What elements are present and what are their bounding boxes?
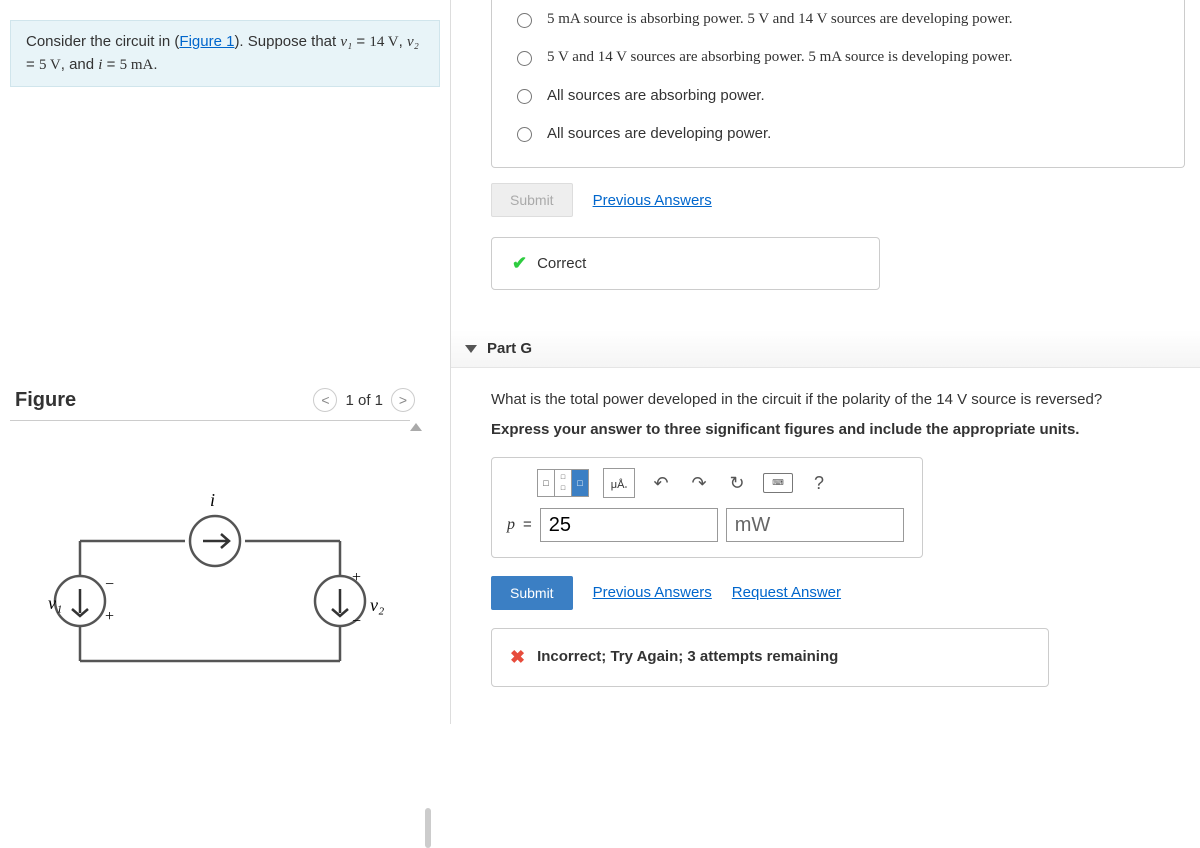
scroll-up-icon[interactable] (410, 423, 422, 431)
option-row[interactable]: All sources are absorbing power. (512, 76, 1164, 114)
circuit-diagram: − + v₁ i + − v₂ (20, 471, 400, 721)
divider (10, 420, 410, 421)
equation-toolbar: □□□□ μÅ° ↶ ↷ ↻ ⌨ ? (537, 468, 907, 508)
option-text: 5 V and 14 V sources are absorbing power… (547, 49, 1012, 66)
left-panel: Consider the circuit in (Figure 1). Supp… (0, 0, 450, 724)
templates-icon[interactable]: □□□□ (537, 469, 589, 497)
plus-label: + (352, 569, 361, 586)
x-icon: ✖ (510, 643, 525, 672)
option-text: All sources are developing power. (547, 125, 771, 142)
radio-option-1[interactable] (517, 13, 532, 28)
check-icon: ✔ (512, 253, 527, 274)
v1-label: v₁ (48, 593, 62, 613)
feedback-incorrect-box: ✖ Incorrect; Try Again; 3 attempts remai… (491, 628, 1049, 687)
options-box: 5 mA source is absorbing power. 5 V and … (491, 0, 1185, 168)
text: ). Suppose that (234, 33, 340, 50)
value-input[interactable] (540, 508, 718, 542)
answer-box: □□□□ μÅ° ↶ ↷ ↻ ⌨ ? p = (491, 457, 923, 558)
undo-icon[interactable]: ↶ (649, 471, 673, 495)
text: . (153, 56, 157, 73)
submit-row-f: Submit Previous Answers (491, 183, 1200, 217)
option-row[interactable]: 5 mA source is absorbing power. 5 V and … (512, 0, 1164, 38)
figure-nav: < 1 of 1 > (313, 388, 440, 412)
text: Consider the circuit in ( (26, 33, 179, 50)
minus-label: − (105, 576, 114, 593)
previous-answers-link[interactable]: Previous Answers (593, 581, 712, 605)
help-icon[interactable]: ? (807, 471, 831, 495)
units-icon[interactable]: μÅ° (603, 468, 635, 498)
v2-val: 5 V (39, 57, 61, 73)
figure-section: Figure < 1 of 1 > (0, 388, 450, 724)
text: , and (61, 56, 99, 73)
radio-option-3[interactable] (517, 89, 532, 104)
figure-header: Figure < 1 of 1 > (10, 388, 440, 412)
redo-icon[interactable]: ↷ (687, 471, 711, 495)
previous-answers-link[interactable]: Previous Answers (593, 192, 712, 209)
instruction-text: Express your answer to three significant… (491, 418, 1185, 442)
submit-button-disabled: Submit (491, 183, 573, 217)
input-row: p = (507, 508, 907, 542)
next-figure-button[interactable]: > (391, 388, 415, 412)
plus-label: + (105, 608, 114, 625)
question-text: What is the total power developed in the… (491, 388, 1185, 412)
equals-label: = (523, 513, 532, 537)
submit-row-g: Submit Previous Answers Request Answer (491, 576, 1185, 610)
radio-option-2[interactable] (517, 51, 532, 66)
submit-button[interactable]: Submit (491, 576, 573, 610)
variable-label: p (507, 512, 515, 538)
keyboard-icon[interactable]: ⌨ (763, 473, 793, 493)
feedback-correct-box: ✔ Correct (491, 237, 880, 290)
feedback-text: Correct (537, 255, 586, 272)
unit-input[interactable] (726, 508, 904, 542)
text: = (26, 56, 39, 73)
prev-figure-button[interactable]: < (313, 388, 337, 412)
figure-link[interactable]: Figure 1 (179, 33, 234, 50)
option-text: 5 mA source is absorbing power. 5 V and … (547, 11, 1012, 28)
v1-val: 14 V (369, 34, 398, 50)
text: , (399, 33, 407, 50)
part-g-header[interactable]: Part G (451, 330, 1200, 368)
i-label: i (210, 490, 215, 510)
part-g-title: Part G (487, 340, 532, 357)
radio-option-4[interactable] (517, 127, 532, 142)
option-row[interactable]: All sources are developing power. (512, 114, 1164, 152)
text: = (352, 33, 369, 50)
problem-statement: Consider the circuit in (Figure 1). Supp… (10, 20, 440, 87)
minus-label: − (352, 613, 361, 630)
reset-icon[interactable]: ↻ (725, 471, 749, 495)
text: = (102, 56, 119, 73)
part-g-body: What is the total power developed in the… (451, 368, 1200, 687)
figure-title: Figure (10, 389, 76, 412)
i-val: 5 mA (120, 57, 154, 73)
v1-var: v₁ (340, 34, 352, 50)
scrollbar-thumb[interactable] (425, 808, 431, 848)
request-answer-link[interactable]: Request Answer (732, 581, 841, 605)
right-panel: 5 mA source is absorbing power. 5 V and … (450, 0, 1200, 724)
feedback-text: Incorrect; Try Again; 3 attempts remaini… (537, 645, 838, 669)
option-row[interactable]: 5 V and 14 V sources are absorbing power… (512, 38, 1164, 76)
v2-var: v₂ (407, 34, 419, 50)
figure-count: 1 of 1 (345, 392, 383, 409)
collapse-icon (465, 345, 477, 353)
option-text: All sources are absorbing power. (547, 87, 765, 104)
v2-label: v₂ (370, 595, 384, 615)
